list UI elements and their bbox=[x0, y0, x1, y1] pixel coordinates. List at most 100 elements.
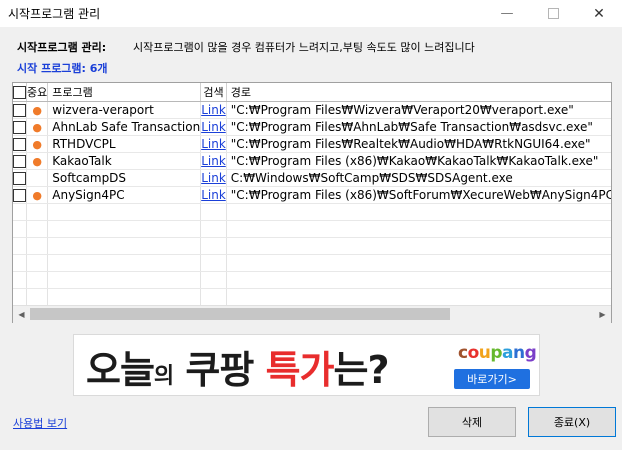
empty-row bbox=[13, 254, 611, 272]
minimize-button[interactable]: — bbox=[484, 0, 530, 27]
ad-banner[interactable]: 오늘의 쿠팡 특가는? coupang 바로가기> bbox=[73, 334, 540, 396]
search-link[interactable]: Link bbox=[201, 154, 225, 168]
minimize-icon: — bbox=[500, 6, 514, 21]
startup-count: 시작 프로그램: 6개 bbox=[17, 62, 108, 75]
banner-go-button[interactable]: 바로가기> bbox=[454, 369, 530, 389]
table-row[interactable]: ● KakaoTalk Link "C:₩Program Files (x86)₩Ka… bbox=[13, 152, 611, 170]
checkbox-icon[interactable] bbox=[13, 188, 26, 202]
row-checkbox[interactable] bbox=[13, 152, 27, 170]
help-link[interactable]: 사용법 보기 bbox=[13, 415, 67, 431]
maximize-icon bbox=[547, 8, 559, 19]
banner-headline: 오늘의 쿠팡 특가는? bbox=[86, 339, 390, 394]
empty-cell bbox=[26, 203, 49, 221]
banner-text-question: 는? bbox=[333, 348, 390, 392]
banner-text-price: 가 bbox=[299, 348, 335, 392]
column-header[interactable]: 중요 bbox=[26, 83, 49, 102]
checkbox-icon[interactable] bbox=[13, 154, 26, 168]
empty-cell bbox=[226, 237, 611, 255]
logo-letter: c bbox=[458, 343, 468, 363]
search-link[interactable]: Link bbox=[201, 188, 225, 202]
search-link[interactable]: Link bbox=[201, 103, 225, 117]
program-cell: wizvera-veraport bbox=[47, 101, 202, 119]
logo-letter: p bbox=[490, 343, 503, 363]
empty-cell bbox=[226, 271, 611, 289]
scroll-left-icon[interactable]: ◀ bbox=[13, 306, 30, 323]
empty-cell bbox=[47, 203, 202, 221]
search-link[interactable]: Link bbox=[201, 171, 225, 185]
program-cell: KakaoTalk bbox=[47, 152, 202, 170]
coupang-logo: coupang bbox=[458, 343, 537, 363]
empty-row bbox=[13, 203, 611, 221]
column-header[interactable]: 검색 bbox=[200, 83, 227, 102]
table-row[interactable]: SoftcampDS Link C:₩Windows₩SoftCamp₩SDS₩SD… bbox=[13, 169, 611, 187]
empty-cell bbox=[226, 288, 611, 306]
search-link[interactable]: Link bbox=[201, 137, 225, 151]
empty-cell bbox=[200, 237, 227, 255]
row-checkbox[interactable] bbox=[13, 101, 27, 119]
path-cell: "C:₩Program Files₩AhnLab₩Safe Transactio… bbox=[226, 118, 611, 136]
important-dot-icon: ● bbox=[32, 137, 42, 151]
search-link[interactable]: Link bbox=[201, 120, 225, 134]
column-header[interactable]: 경로 bbox=[226, 83, 611, 102]
checkbox-icon[interactable] bbox=[13, 137, 26, 151]
empty-cell bbox=[200, 220, 227, 238]
table-row[interactable]: ● AnySign4PC Link "C:₩Program Files (x86)₩S… bbox=[13, 186, 611, 204]
table-header: 중요프로그램검색경로위치1위치2 bbox=[13, 83, 611, 102]
search-cell: Link bbox=[200, 152, 227, 170]
table-row[interactable]: ● RTHDVCPL Link "C:₩Program Files₩Realtek₩A… bbox=[13, 135, 611, 153]
logo-letter: g bbox=[524, 343, 537, 363]
empty-cell bbox=[13, 271, 27, 289]
row-checkbox[interactable] bbox=[13, 118, 27, 136]
empty-cell bbox=[26, 237, 49, 255]
select-all-checkbox[interactable] bbox=[13, 83, 27, 102]
empty-row bbox=[13, 237, 611, 255]
table-row[interactable]: ● wizvera-veraport Link "C:₩Program Files₩W… bbox=[13, 101, 611, 119]
path-cell: C:₩Windows₩SoftCamp₩SDS₩SDSAgent.exe bbox=[226, 169, 611, 187]
maximize-button[interactable] bbox=[530, 0, 576, 27]
row-checkbox[interactable] bbox=[13, 186, 27, 204]
checkbox-icon[interactable] bbox=[13, 103, 26, 117]
table-row[interactable]: ● AhnLab Safe Transaction Link "C:₩Program … bbox=[13, 118, 611, 136]
empty-cell bbox=[200, 203, 227, 221]
important-dot-icon: ● bbox=[32, 188, 42, 202]
close-icon: ✕ bbox=[593, 5, 605, 22]
empty-cell bbox=[26, 220, 49, 238]
scrollbar-thumb[interactable] bbox=[30, 308, 450, 320]
empty-row bbox=[13, 220, 611, 238]
search-cell: Link bbox=[200, 118, 227, 136]
logo-letter: o bbox=[467, 343, 480, 363]
info-text: 시작프로그램이 많을 경우 컴퓨터가 느려지고,부팅 속도도 많이 느려집니다 bbox=[133, 41, 475, 54]
empty-cell bbox=[13, 203, 27, 221]
logo-letter: n bbox=[513, 343, 525, 363]
empty-cell bbox=[226, 220, 611, 238]
search-cell: Link bbox=[200, 186, 227, 204]
close-window-button[interactable]: ✕ bbox=[576, 0, 622, 27]
title-bar: 시작프로그램 관리 — ✕ bbox=[0, 0, 622, 27]
checkbox-icon[interactable] bbox=[13, 85, 26, 99]
path-cell: "C:₩Program Files₩Realtek₩Audio₩HDA₩RtkN… bbox=[226, 135, 611, 153]
path-cell: "C:₩Program Files (x86)₩SoftForum₩Xecure… bbox=[226, 186, 611, 204]
search-cell: Link bbox=[200, 169, 227, 187]
startup-table: 중요프로그램검색경로위치1위치2 ●wizvera-veraportLink"C… bbox=[12, 82, 612, 323]
empty-cell bbox=[226, 254, 611, 272]
program-cell: SoftcampDS bbox=[47, 169, 202, 187]
exit-button[interactable]: 종료(X) bbox=[528, 407, 616, 437]
scroll-right-icon[interactable]: ▶ bbox=[594, 306, 611, 323]
info-label: 시작프로그램 관리: bbox=[17, 41, 107, 54]
logo-letter: a bbox=[502, 343, 514, 363]
empty-cell bbox=[26, 288, 49, 306]
important-dot-icon: ● bbox=[32, 154, 42, 168]
column-header[interactable]: 프로그램 bbox=[47, 83, 202, 102]
checkbox-icon[interactable] bbox=[13, 120, 26, 134]
horizontal-scrollbar[interactable]: ◀ ▶ bbox=[13, 305, 611, 323]
delete-button[interactable]: 삭제 bbox=[428, 407, 516, 437]
program-cell: RTHDVCPL bbox=[47, 135, 202, 153]
important-cell: ● bbox=[26, 152, 49, 170]
empty-cell bbox=[47, 271, 202, 289]
empty-cell bbox=[13, 220, 27, 238]
empty-cell bbox=[47, 220, 202, 238]
banner-text-special: 특 bbox=[265, 348, 301, 392]
row-checkbox[interactable] bbox=[13, 135, 27, 153]
row-checkbox[interactable] bbox=[13, 169, 27, 187]
checkbox-icon[interactable] bbox=[13, 171, 26, 185]
